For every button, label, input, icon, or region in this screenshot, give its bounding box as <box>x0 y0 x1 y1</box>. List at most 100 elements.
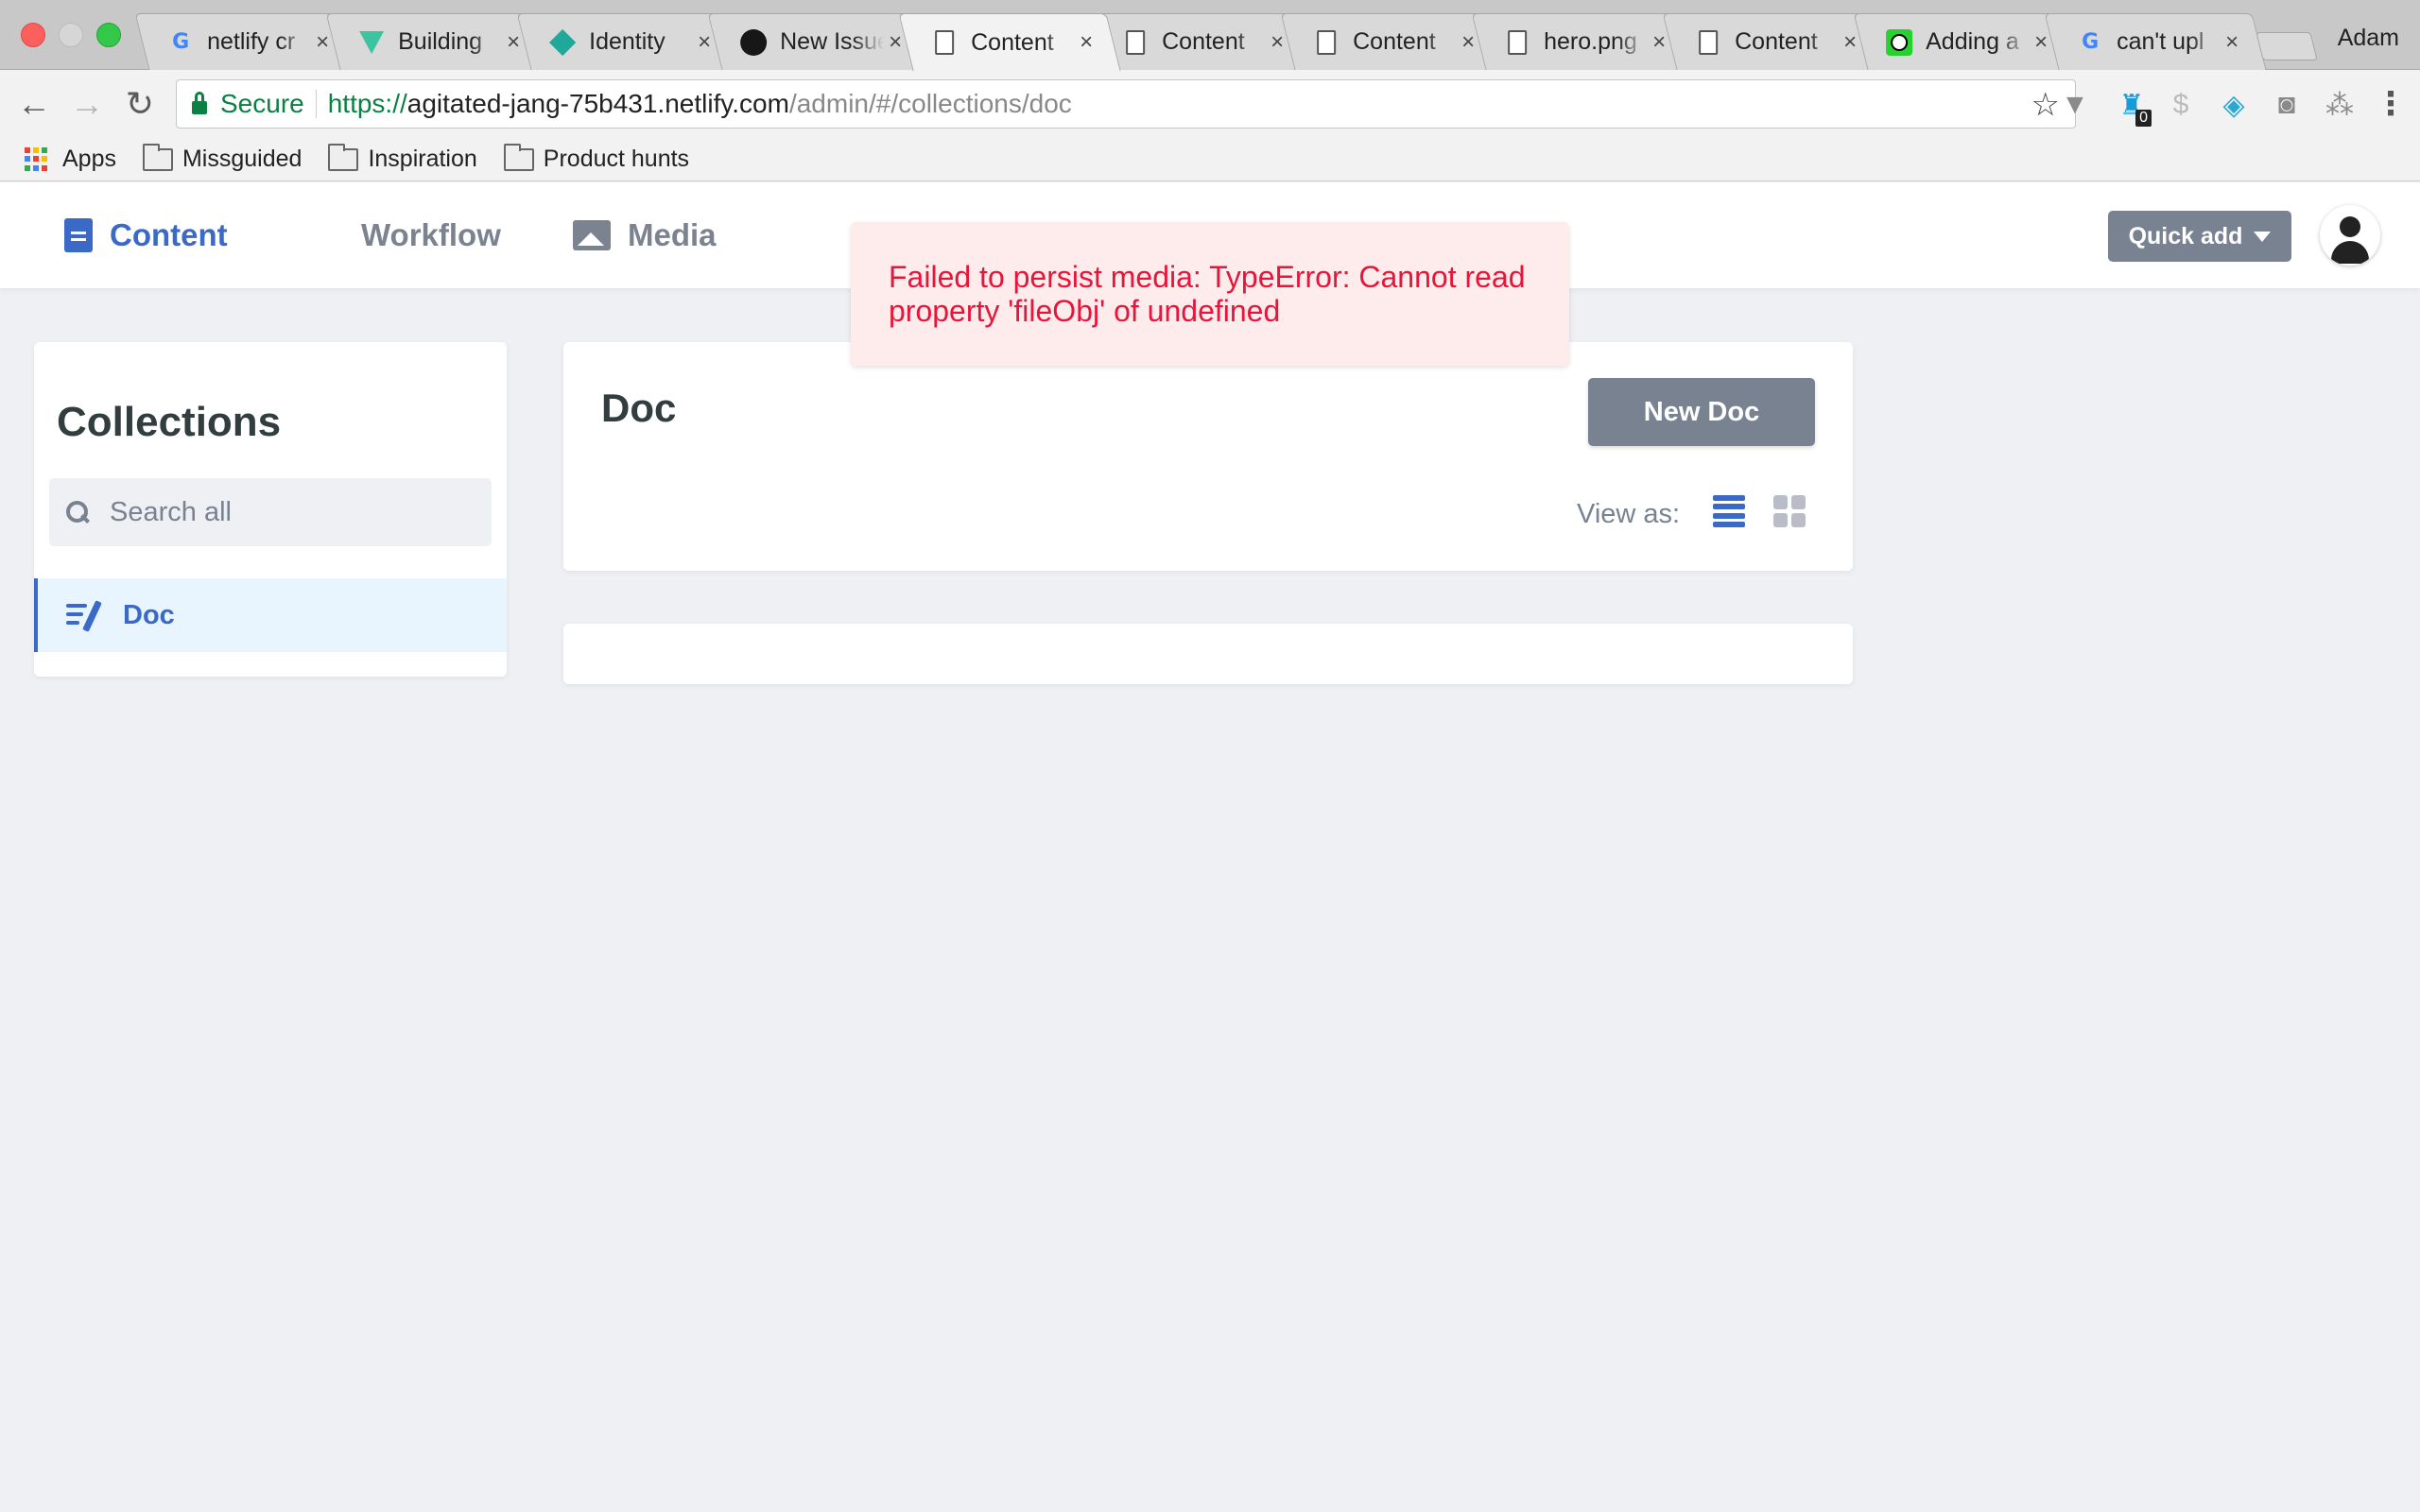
close-tab-icon[interactable]: × <box>1459 29 1478 56</box>
collection-edit-icon <box>66 600 102 632</box>
secure-label: Secure <box>220 89 304 118</box>
browser-menu-icon[interactable]: ⋮ <box>2375 85 2407 123</box>
maximize-window-button[interactable] <box>96 23 121 47</box>
browser-tab[interactable]: Content × <box>1089 13 1312 70</box>
close-tab-icon[interactable]: × <box>695 29 714 56</box>
page-icon <box>1313 29 1340 56</box>
chevron-down-icon <box>2254 231 2272 242</box>
close-tab-icon[interactable]: × <box>2031 29 2050 56</box>
nav-label: Media <box>628 217 717 252</box>
tab-title: Content <box>1162 28 1245 55</box>
bookmark-folder[interactable]: Inspiration <box>328 143 477 173</box>
search-input[interactable] <box>110 496 469 528</box>
dollar-icon[interactable]: $ <box>2165 89 2197 121</box>
sidebar-item-label: Doc <box>123 599 175 630</box>
close-tab-icon[interactable]: × <box>504 29 523 56</box>
browser-tab[interactable]: G can't upl × <box>2044 13 2267 70</box>
quick-add-label: Quick add <box>2128 222 2243 249</box>
close-tab-icon[interactable]: × <box>886 29 905 56</box>
browser-tab-strip: G netlify cr × Building × Identity × New… <box>0 0 2420 71</box>
close-tab-icon[interactable]: × <box>1077 29 1096 56</box>
picker-icon[interactable]: ⁂ <box>2324 89 2356 121</box>
browser-tab-active[interactable]: Content × <box>898 13 1121 71</box>
collection-header-card: Doc New Doc View as: <box>563 342 1853 571</box>
error-toast[interactable]: Failed to persist media: TypeError: Cann… <box>851 222 1569 366</box>
address-bar[interactable]: Secure https://agitated-jang-75b431.netl… <box>176 79 2076 129</box>
tab-title: Content <box>1735 28 1818 55</box>
avatar[interactable] <box>2320 205 2380 266</box>
nav-content[interactable]: Content <box>64 182 228 288</box>
entries-list <box>563 624 1853 684</box>
nav-media[interactable]: Media <box>573 182 717 288</box>
collections-sidebar: Collections Doc <box>34 342 507 677</box>
nav-label: Content <box>110 217 228 252</box>
nav-label: Workflow <box>361 217 501 252</box>
extension-icon[interactable]: ♜ 0 <box>2116 89 2152 127</box>
tab-title: Content <box>971 28 1054 56</box>
reload-icon[interactable]: ↻ <box>119 83 161 125</box>
url-path: /admin/#/collections/doc <box>788 89 1072 118</box>
folder-icon <box>142 143 173 171</box>
page-icon <box>1504 29 1530 56</box>
new-tab-button[interactable] <box>2256 32 2318 60</box>
close-tab-icon[interactable]: × <box>1650 29 1668 56</box>
close-tab-icon[interactable]: × <box>313 29 332 56</box>
apps-icon <box>25 146 49 172</box>
bookmark-label: Inspiration <box>368 146 477 172</box>
close-tab-icon[interactable]: × <box>1841 29 1859 56</box>
close-tab-icon[interactable]: × <box>1268 29 1287 56</box>
grid-view-icon[interactable] <box>1773 495 1806 527</box>
view-as-label: View as: <box>1577 499 1681 529</box>
browser-tab[interactable]: G netlify cr × <box>134 13 357 70</box>
list-view-icon[interactable] <box>1713 495 1745 527</box>
close-window-button[interactable] <box>21 23 45 47</box>
image-icon <box>573 220 611 250</box>
bookmark-star-icon[interactable]: ☆ <box>2031 86 2060 124</box>
browser-tab[interactable]: Building × <box>325 13 548 70</box>
lock-icon <box>192 92 207 114</box>
document-icon <box>64 218 93 252</box>
google-icon: G <box>172 30 190 54</box>
back-arrow-icon[interactable]: ← <box>13 83 55 125</box>
tab-title: Adding a <box>1926 28 2019 55</box>
extension-badge: 0 <box>2135 110 2152 127</box>
tab-title: Building <box>398 28 483 55</box>
browser-tab[interactable]: Adding a × <box>1853 13 2076 70</box>
bookmark-label: Missguided <box>182 146 302 172</box>
browser-tab[interactable]: Content × <box>1662 13 1885 70</box>
diamond-icon[interactable]: ◈ <box>2218 89 2250 121</box>
forward-arrow-icon[interactable]: → <box>66 83 108 125</box>
bookmark-apps[interactable]: Apps <box>25 146 116 173</box>
vue-devtools-icon[interactable]: ▼ <box>2059 89 2091 121</box>
folder-icon <box>503 143 534 171</box>
page-icon <box>1122 29 1149 56</box>
bookmarks-bar: Apps Missguided Inspiration Product hunt… <box>0 138 2420 181</box>
tab-title: Identity <box>589 28 666 55</box>
search-box[interactable] <box>49 478 492 546</box>
close-tab-icon[interactable]: × <box>2222 29 2241 56</box>
camera-icon[interactable]: ◙ <box>2271 89 2303 121</box>
folder-icon <box>328 143 359 171</box>
tab-title: New Issue <box>780 28 885 55</box>
github-icon <box>740 28 768 56</box>
clock-icon <box>1886 28 1913 56</box>
url-host: agitated-jang-75b431.netlify.com <box>406 89 789 118</box>
profile-name[interactable]: Adam <box>2338 25 2399 52</box>
tab-title: hero.png <box>1544 28 1637 55</box>
new-doc-button[interactable]: New Doc <box>1588 378 1815 446</box>
quick-add-button[interactable]: Quick add <box>2108 211 2291 262</box>
tab-title: netlify cr <box>207 28 296 55</box>
url-scheme: https:// <box>327 89 407 118</box>
browser-tab[interactable]: Content × <box>1280 13 1503 70</box>
bookmark-folder[interactable]: Product hunts <box>503 143 689 173</box>
workflow-board-icon <box>308 219 344 251</box>
bookmark-folder[interactable]: Missguided <box>142 143 302 173</box>
minimize-window-button[interactable] <box>59 23 83 47</box>
browser-tab[interactable]: Identity × <box>516 13 739 70</box>
page-title: Doc <box>601 386 677 430</box>
browser-tab[interactable]: hero.png × <box>1471 13 1694 70</box>
vue-icon <box>358 29 385 56</box>
sidebar-item-doc[interactable]: Doc <box>34 578 507 652</box>
nav-workflow[interactable]: Workflow <box>308 182 501 288</box>
browser-tab[interactable]: New Issue × <box>707 13 930 70</box>
